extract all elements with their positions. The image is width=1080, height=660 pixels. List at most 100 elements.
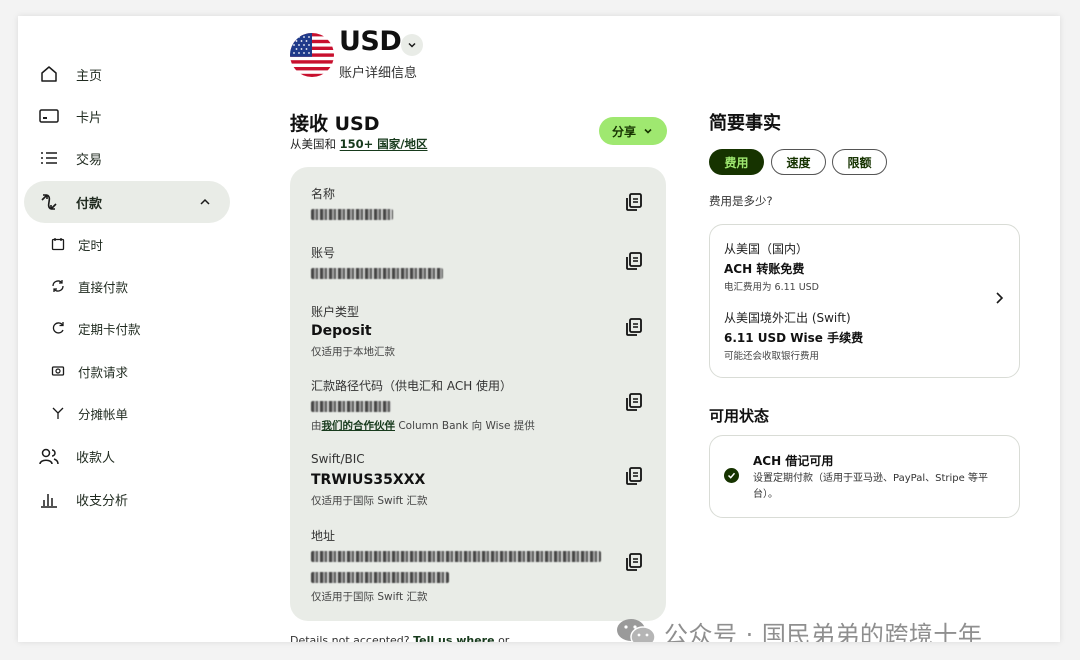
copy-icon[interactable] <box>624 552 644 572</box>
facts-title: 简要事实 <box>709 113 781 134</box>
partner-link[interactable]: 我们的合作伙伴 <box>322 420 396 432</box>
watermark-text: 公众号 · 国民弟弟的跨境十年 <box>664 621 983 642</box>
copy-icon[interactable] <box>624 466 644 486</box>
sidebar-subitem-direct-debit[interactable]: 直接付款 <box>50 269 230 303</box>
account-details-panel: 名称 账号 账户类型 Deposit 仅适用于本地汇款 汇款路径代码（供电汇和 … <box>290 167 666 621</box>
wechat-icon <box>616 617 656 642</box>
sidebar-subitem-recurring-card[interactable]: 定期卡付款 <box>50 311 230 345</box>
sidebar-subitem-label: 分摊帐单 <box>78 406 129 422</box>
sidebar-subitem-split-bill[interactable]: 分摊帐单 <box>50 396 230 430</box>
tell-us-link[interactable]: Tell us where <box>413 634 494 642</box>
tab-speed[interactable]: 速度 <box>771 149 826 175</box>
availability-text: 设置定期付款（适用于亚马逊、PayPal、Stripe 等平台）。 <box>753 473 988 500</box>
tab-fees[interactable]: 费用 <box>709 149 764 175</box>
receive-subtitle: 从美国和 150+ 国家/地区 <box>290 136 428 152</box>
address-note: 仅适用于国际 Swift 汇款 <box>311 591 428 603</box>
details-feedback: Details not accepted? Tell us where or <box>290 634 509 642</box>
sidebar-item-label: 交易 <box>76 152 103 168</box>
availability-card: ACH 借记可用 设置定期付款（适用于亚马逊、PayPal、Stripe 等平台… <box>709 435 1020 518</box>
currency-code: USD <box>339 26 402 57</box>
copy-icon[interactable] <box>624 251 644 271</box>
feedback-suffix: or <box>498 634 510 642</box>
copy-icon[interactable] <box>624 392 644 412</box>
split-icon <box>50 405 66 421</box>
refresh-icon <box>50 278 66 294</box>
sidebar-item-label: 收款人 <box>76 450 116 466</box>
payments-icon <box>38 191 60 213</box>
countries-link[interactable]: 150+ 国家/地区 <box>340 137 428 151</box>
recurring-icon <box>50 320 66 336</box>
chevron-down-icon <box>644 128 652 134</box>
sidebar-item-payments[interactable]: 付款 <box>24 181 230 223</box>
swift-value: TRWIUS35XXX <box>311 472 426 488</box>
routing-number-redacted <box>311 401 391 412</box>
sidebar-item-label: 收支分析 <box>76 493 129 509</box>
address-label: 地址 <box>311 529 336 543</box>
name-label: 名称 <box>311 187 336 201</box>
sidebar-item-home[interactable]: 主页 <box>24 53 230 95</box>
availability-head: ACH 借记可用 <box>753 454 834 468</box>
sidebar-subitem-label: 定时 <box>78 237 104 253</box>
swift-label: Swift/BIC <box>311 452 365 466</box>
address-line-2-redacted <box>311 572 449 583</box>
account-type-note: 仅适用于本地汇款 <box>311 346 395 358</box>
sidebar-item-label: 付款 <box>76 196 103 212</box>
sidebar-item-transactions[interactable]: 交易 <box>24 137 230 179</box>
sidebar-subitem-scheduled[interactable]: 定时 <box>50 227 230 261</box>
check-icon <box>724 468 739 483</box>
sidebar-item-recipients[interactable]: 收款人 <box>24 435 230 477</box>
sidebar-item-label: 主页 <box>76 68 103 84</box>
address-line-1-redacted <box>311 551 601 562</box>
sidebar-subitem-payment-requests[interactable]: 付款请求 <box>50 354 230 388</box>
app-window: 主页 卡片 交易 付款 定时 直接付款 定期卡付款 付款请求 分摊帐单 收款人 … <box>18 16 1060 642</box>
share-label: 分享 <box>611 124 636 139</box>
copy-icon[interactable] <box>624 192 644 212</box>
sidebar-item-label: 卡片 <box>76 110 103 126</box>
international-label: 从美国境外汇出 (Swift) <box>724 311 851 325</box>
sidebar-item-insights[interactable]: 收支分析 <box>24 478 230 520</box>
page-subtitle: 账户详细信息 <box>339 66 418 81</box>
currency-dropdown-button[interactable] <box>401 34 423 56</box>
recipients-icon <box>38 445 60 467</box>
watermark: 公众号 · 国民弟弟的跨境十年 <box>616 615 982 642</box>
sidebar: 主页 卡片 交易 付款 定时 直接付款 定期卡付款 付款请求 分摊帐单 收款人 … <box>18 16 248 642</box>
swift-note: 仅适用于国际 Swift 汇款 <box>311 495 428 507</box>
fee-summary-card[interactable]: 从美国（国内） ACH 转账免费 电汇费用为 6.11 USD 从美国境外汇出 … <box>709 224 1020 378</box>
home-icon <box>38 63 60 85</box>
routing-note: 由我们的合作伙伴 Column Bank 向 Wise 提供 <box>311 418 535 433</box>
account-number-label: 账号 <box>311 246 336 260</box>
domestic-label: 从美国（国内） <box>724 242 809 256</box>
routing-note-prefix: 由 <box>311 420 322 432</box>
calendar-icon <box>50 236 66 252</box>
share-button[interactable]: 分享 <box>599 117 667 145</box>
tab-limits[interactable]: 限额 <box>832 149 887 175</box>
domestic-note: 电汇费用为 6.11 USD <box>724 282 819 293</box>
international-value: 6.11 USD Wise 手续费 <box>724 331 864 345</box>
chevron-right-icon <box>996 292 1004 304</box>
availability-title: 可用状态 <box>709 407 770 425</box>
sidebar-item-cards[interactable]: 卡片 <box>24 95 230 137</box>
sidebar-subitem-label: 付款请求 <box>78 364 129 380</box>
card-icon <box>38 105 60 127</box>
account-type-value: Deposit <box>311 323 372 339</box>
feedback-prefix: Details not accepted? <box>290 634 410 642</box>
fee-question: 费用是多少? <box>709 194 773 208</box>
international-note: 可能还会收取银行费用 <box>724 351 820 362</box>
chevron-up-icon[interactable] <box>198 194 212 213</box>
copy-icon[interactable] <box>624 317 644 337</box>
account-type-label: 账户类型 <box>311 305 360 319</box>
chevron-down-icon <box>408 42 416 48</box>
domestic-value: ACH 转账免费 <box>724 262 805 276</box>
receive-title: 接收 USD <box>290 113 380 135</box>
routing-label: 汇款路径代码（供电汇和 ACH 使用） <box>311 379 513 393</box>
receive-subtitle-prefix: 从美国和 <box>290 137 336 151</box>
sidebar-subitem-label: 直接付款 <box>78 279 129 295</box>
list-icon <box>38 147 60 169</box>
us-flag-icon <box>290 33 334 77</box>
insights-icon <box>38 488 60 510</box>
name-value-redacted <box>311 209 393 220</box>
account-number-redacted <box>311 268 443 279</box>
routing-note-suffix: Column Bank 向 Wise 提供 <box>398 420 535 432</box>
request-icon <box>50 363 66 379</box>
sidebar-subitem-label: 定期卡付款 <box>78 321 141 337</box>
